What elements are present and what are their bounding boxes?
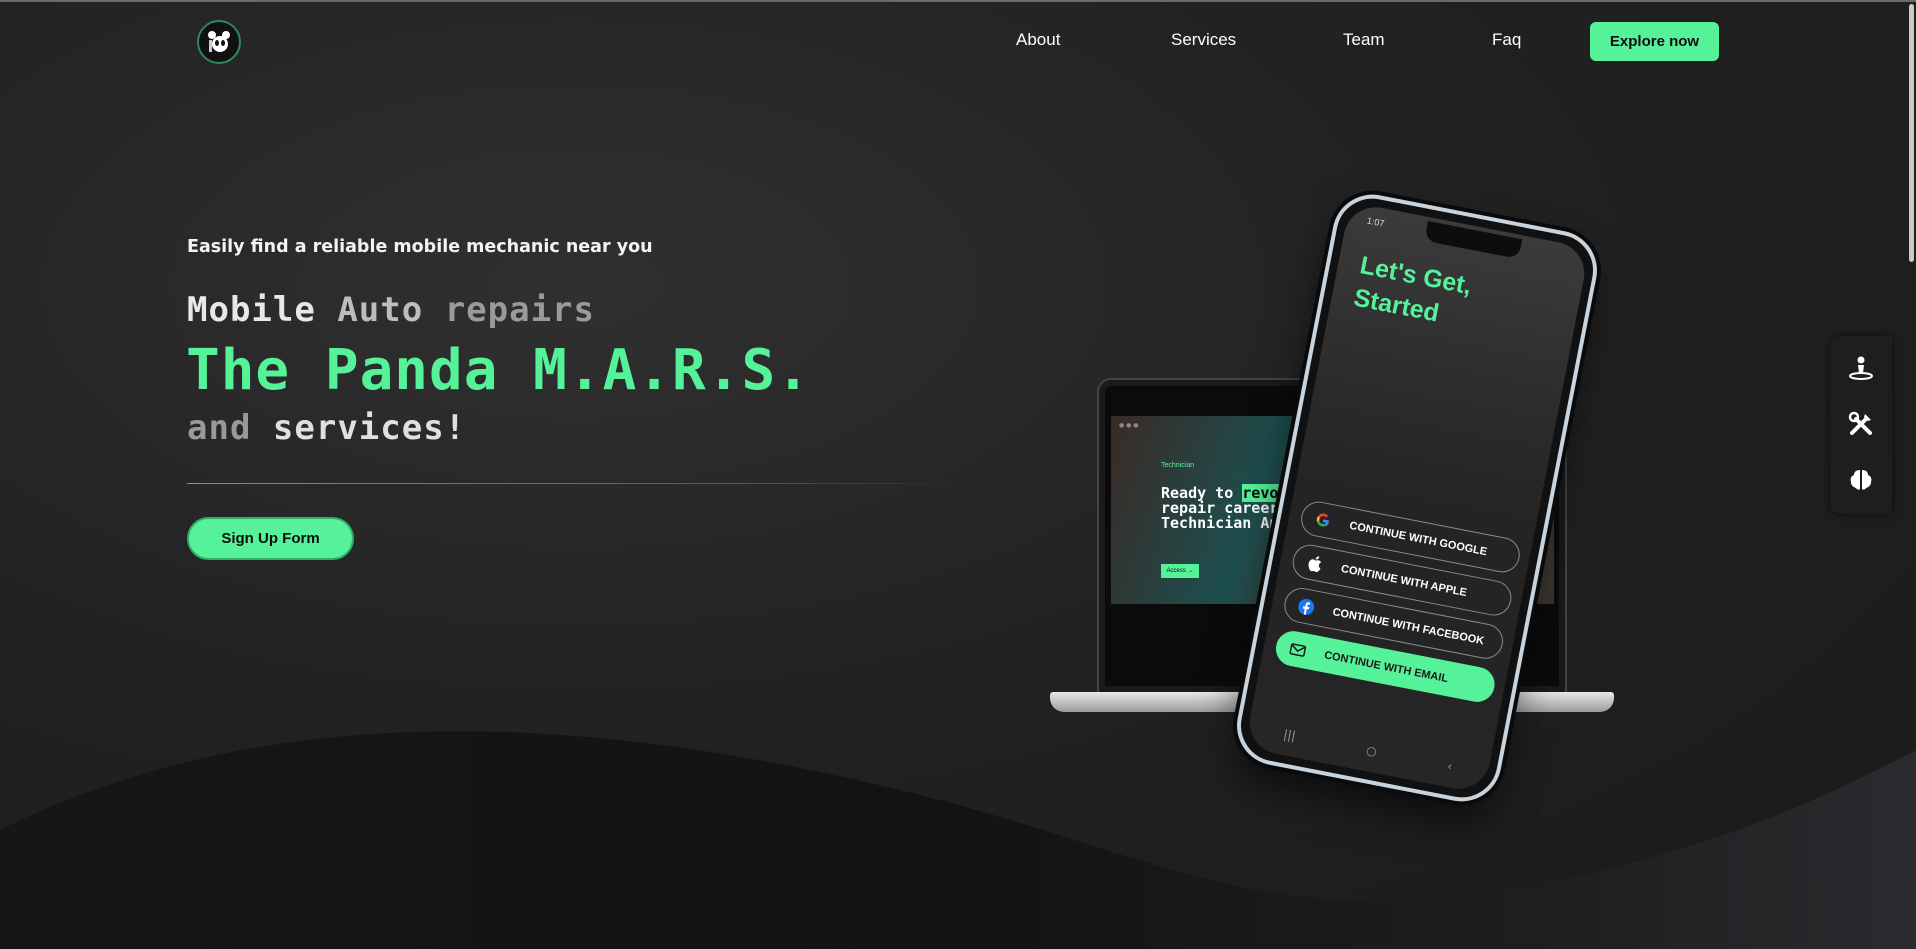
- phone-title: Let's Get, Started: [1351, 251, 1474, 328]
- nav-about[interactable]: About: [1016, 30, 1060, 50]
- hero-subheading-bottom: and services!: [187, 408, 466, 448]
- nav-services[interactable]: Services: [1171, 30, 1236, 50]
- facebook-icon: [1296, 596, 1317, 617]
- home-icon: ○: [1365, 743, 1379, 759]
- hero-word: and: [187, 408, 252, 448]
- browser-dots-icon: ● ● ●: [1119, 422, 1139, 429]
- brand-logo[interactable]: [197, 20, 241, 64]
- recent-apps-icon: |||: [1282, 727, 1297, 744]
- back-icon: ‹: [1446, 758, 1454, 774]
- continue-google-label: CONTINUE WITH GOOGLE: [1348, 519, 1489, 558]
- hero-word: Mobile: [187, 290, 316, 330]
- tools-icon[interactable]: [1847, 410, 1875, 438]
- brain-icon[interactable]: [1847, 466, 1875, 494]
- continue-facebook-label: CONTINUE WITH FACEBOOK: [1331, 605, 1486, 647]
- sign-up-form-button[interactable]: Sign Up Form: [187, 517, 354, 560]
- laptop-access-button: Access →: [1161, 564, 1199, 578]
- hero-word: services!: [272, 408, 467, 448]
- phone-time: 1:07: [1366, 215, 1386, 229]
- google-icon: [1313, 509, 1334, 530]
- person-location-icon[interactable]: [1847, 354, 1875, 382]
- bottom-wave: [0, 731, 1916, 949]
- hero-title: The Panda M.A.R.S.: [186, 338, 811, 403]
- hero-divider: [187, 483, 957, 484]
- nav-team[interactable]: Team: [1343, 30, 1385, 50]
- continue-apple-label: CONTINUE WITH APPLE: [1340, 562, 1468, 599]
- phone-notch: [1424, 221, 1523, 259]
- explore-now-button[interactable]: Explore now: [1590, 22, 1719, 61]
- hero-subheading-top: Mobile Auto repairs: [187, 290, 595, 330]
- hero-word: Auto: [337, 290, 424, 330]
- nav-faq[interactable]: Faq: [1492, 30, 1521, 50]
- laptop-brand: Technician: [1161, 462, 1195, 469]
- window-top-edge: [0, 0, 1916, 2]
- continue-email-label: CONTINUE WITH EMAIL: [1323, 648, 1450, 685]
- floating-toolbar: [1830, 336, 1892, 514]
- apple-icon: [1304, 553, 1325, 574]
- page-scrollbar[interactable]: [1909, 4, 1914, 262]
- hero-tagline: Easily find a reliable mobile mechanic n…: [187, 237, 653, 257]
- panda-logo-icon: [204, 27, 234, 57]
- mail-icon: [1287, 639, 1308, 660]
- hero-word: repairs: [444, 290, 595, 330]
